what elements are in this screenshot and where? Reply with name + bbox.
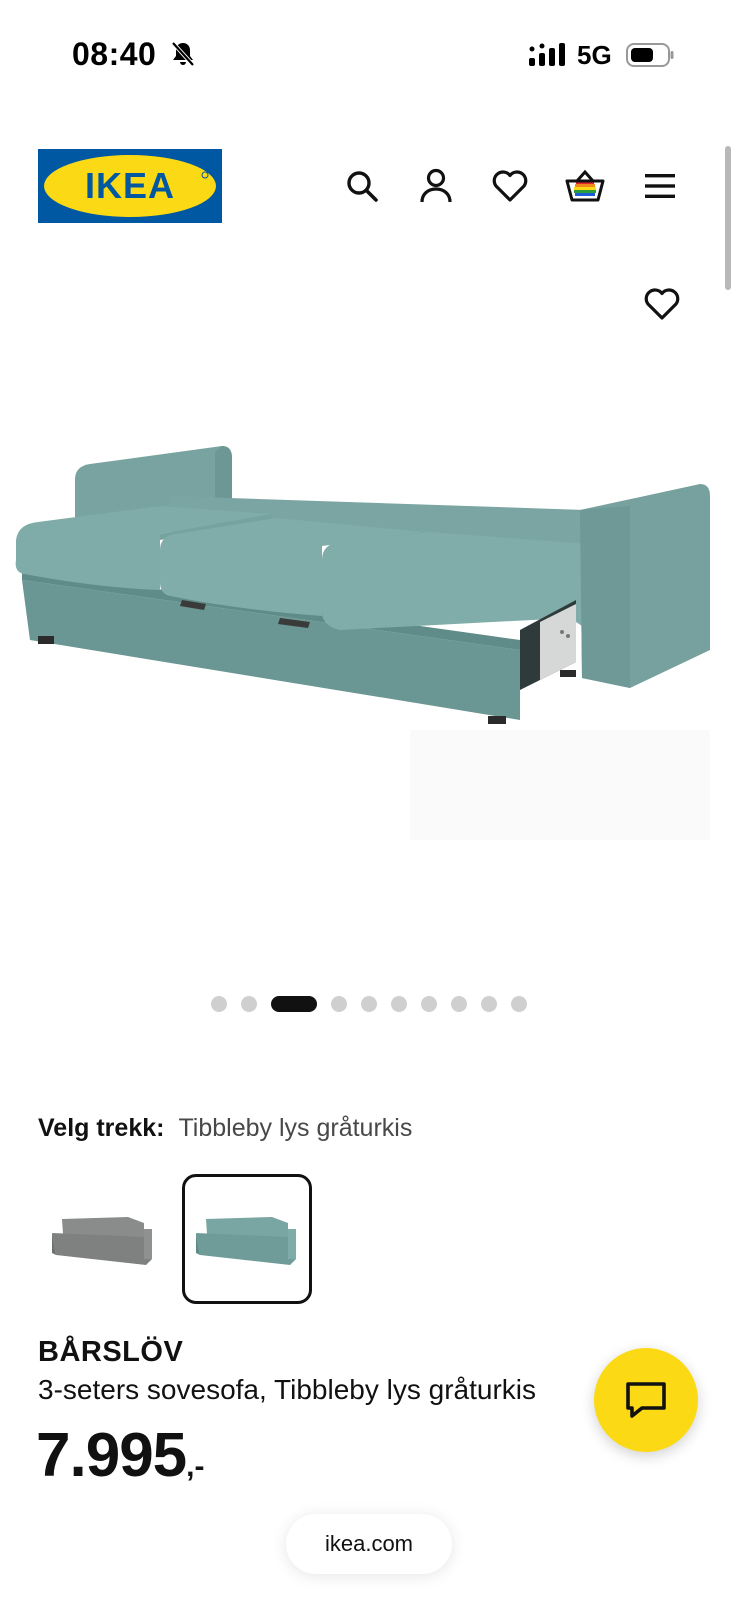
chat-icon xyxy=(626,1382,666,1418)
scrollbar[interactable] xyxy=(725,146,731,290)
battery-icon xyxy=(626,43,674,67)
url-text: ikea.com xyxy=(324,1531,414,1556)
sofa-thumbnail-grey xyxy=(52,1217,152,1265)
product-image[interactable] xyxy=(10,440,728,860)
cover-option-grey[interactable] xyxy=(38,1174,168,1304)
account-icon[interactable] xyxy=(416,166,456,206)
image-carousel-dots xyxy=(0,994,738,1014)
carousel-dot[interactable] xyxy=(211,996,227,1012)
price-suffix: ,- xyxy=(186,1450,205,1483)
carousel-dot[interactable] xyxy=(481,996,497,1012)
carousel-dot[interactable] xyxy=(511,996,527,1012)
carousel-dot-active[interactable] xyxy=(271,996,317,1012)
price-number: 7.995 xyxy=(36,1421,187,1490)
menu-icon[interactable] xyxy=(640,166,680,206)
basket-icon[interactable] xyxy=(563,166,607,206)
add-to-favorites-icon[interactable] xyxy=(642,284,682,324)
ikea-logo-text: IKEA xyxy=(85,165,175,206)
bell-muted-icon xyxy=(171,41,195,67)
ikea-logo[interactable]: IKEA xyxy=(38,149,222,223)
status-bar: 08:40 5G xyxy=(0,0,738,110)
cover-option-teal[interactable] xyxy=(182,1174,312,1304)
chat-button[interactable] xyxy=(594,1348,698,1452)
network-type: 5G xyxy=(577,40,612,70)
carousel-dot[interactable] xyxy=(331,996,347,1012)
product-price: 7.995,- xyxy=(36,1420,204,1491)
carousel-dot[interactable] xyxy=(241,996,257,1012)
signal-icon xyxy=(529,43,565,66)
carousel-dot[interactable] xyxy=(421,996,437,1012)
cover-label: Velg trekk: xyxy=(38,1114,165,1142)
carousel-dot[interactable] xyxy=(391,996,407,1012)
cover-selector-label: Velg trekk: Tibbleby lys gråturkis xyxy=(38,1114,412,1143)
product-description: 3-seters sovesofa, Tibbleby lys gråturki… xyxy=(38,1374,536,1405)
sofa-thumbnail-teal xyxy=(196,1217,296,1265)
browser-url-bar[interactable]: ikea.com xyxy=(286,1514,452,1574)
carousel-dot[interactable] xyxy=(361,996,377,1012)
carousel-dot[interactable] xyxy=(451,996,467,1012)
status-time: 08:40 xyxy=(72,36,157,72)
cover-value: Tibbleby lys gråturkis xyxy=(178,1114,413,1142)
favorites-icon[interactable] xyxy=(490,166,530,206)
search-icon[interactable] xyxy=(342,166,382,206)
product-name: BÅRSLÖV xyxy=(38,1336,184,1368)
